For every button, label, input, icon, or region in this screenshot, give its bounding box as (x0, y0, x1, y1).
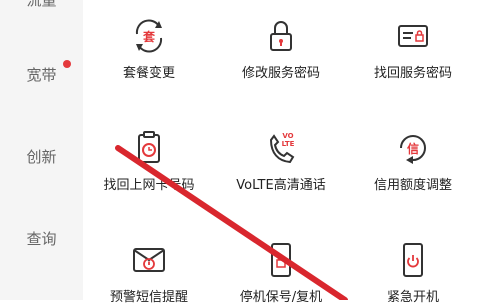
notification-dot (63, 60, 71, 68)
phone-power-icon (403, 243, 423, 277)
sidebar-item-query[interactable]: 查询 (0, 228, 83, 249)
service-label: 修改服务密码 (241, 66, 320, 81)
sidebar-item-traffic[interactable]: 流量 (0, 0, 83, 10)
sidebar-item-broadband[interactable]: 宽带 (0, 60, 83, 85)
service-recover-datacard[interactable]: 找回上网卡号码 (83, 128, 215, 193)
service-plan-change[interactable]: 套 套餐变更 (83, 16, 215, 81)
volte-top-text: VO (282, 132, 293, 140)
alert-sms-icon (133, 248, 165, 272)
service-grid: 套 套餐变更 修改服务密码 找回服务密码 找回上网卡号码 VO LTE VoLT… (83, 0, 480, 305)
sidebar-item-label: 创新 (26, 148, 57, 166)
service-label: 预警短信提醒 (109, 290, 188, 305)
category-sidebar: 流量 宽带 创新 查询 (0, 0, 83, 300)
service-alert-sms[interactable]: 预警短信提醒 (83, 240, 215, 305)
service-label: 停机保号/复机 (239, 290, 323, 305)
service-label: 套餐变更 (122, 66, 175, 81)
service-volte[interactable]: VO LTE VoLTE高清通话 (215, 128, 347, 193)
plan-icon-glyph: 套 (142, 29, 156, 44)
service-label: VoLTE高清通话 (236, 178, 326, 193)
service-suspend-keep-number[interactable]: 停机保号/复机 (215, 240, 347, 305)
service-label: 信用额度调整 (373, 178, 452, 193)
phone-lock-icon (271, 243, 291, 277)
service-label: 找回服务密码 (373, 66, 452, 81)
service-emergency-poweron[interactable]: 紧急开机 (347, 240, 479, 305)
plan-change-icon: 套 (135, 19, 163, 53)
clipboard-clock-icon (138, 131, 160, 163)
volte-phone-icon: VO LTE (269, 132, 295, 164)
sidebar-item-innovation[interactable]: 创新 (0, 146, 83, 167)
service-label: 找回上网卡号码 (103, 178, 195, 193)
lock-icon (270, 21, 292, 51)
sidebar-item-label: 宽带 (26, 66, 57, 84)
sidebar-item-label: 流量 (26, 0, 57, 9)
credit-adjust-icon: 信 (400, 135, 426, 164)
service-label: 紧急开机 (386, 290, 439, 305)
service-credit-adjust[interactable]: 信 信用额度调整 (347, 128, 479, 193)
password-card-icon (398, 25, 428, 47)
volte-bottom-text: LTE (282, 140, 295, 148)
service-recover-password[interactable]: 找回服务密码 (347, 16, 479, 81)
credit-icon-glyph: 信 (407, 141, 419, 156)
service-modify-password[interactable]: 修改服务密码 (215, 16, 347, 81)
sidebar-item-label: 查询 (26, 230, 57, 248)
